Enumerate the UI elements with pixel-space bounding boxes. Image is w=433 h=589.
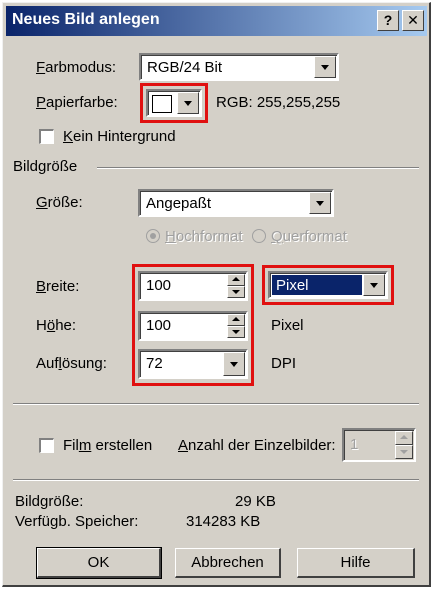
hilfe-button[interactable]: Hilfe [297,548,415,578]
divider [13,479,419,481]
info-speicher-value: 314283 KB [186,513,261,530]
section-divider [97,167,419,169]
chevron-down-icon[interactable] [309,192,331,214]
aufloesung-unit: DPI [271,355,297,372]
chevron-down-icon[interactable] [314,56,336,78]
divider [13,403,419,405]
bildgroesse-section-label: Bildgröße [13,158,78,175]
dimensions-highlight [132,264,254,386]
papierfarbe-highlight [140,83,208,123]
info-speicher-label: Verfügb. Speicher: [15,513,139,530]
frames-value: 1 [350,436,359,453]
frames-label: Anzahl der Einzelbilder: [178,437,336,454]
farbmodus-combo[interactable]: RGB/24 Bit [139,53,339,81]
arrow-up-icon[interactable] [395,431,413,445]
groesse-value: Angepaßt [146,195,212,212]
arrow-down-icon[interactable] [395,445,413,459]
querformat-label: Querformat [271,228,347,245]
film-label: Film erstellen [63,437,153,454]
kein-hintergrund-label: Kein Hintergrund [63,128,176,145]
kein-hintergrund-checkbox[interactable] [39,129,54,144]
groesse-label: Größe: [36,194,83,211]
frames-input[interactable]: 1 [342,428,416,462]
frames-stepper[interactable] [395,431,413,459]
window-title: Neues Bild anlegen [12,11,160,28]
title-bar[interactable]: Neues Bild anlegen ? ✕ [6,6,427,36]
hoehe-unit: Pixel [271,317,304,334]
papierfarbe-label: Papierfarbe: [36,94,118,111]
ok-button[interactable]: OK [36,547,162,579]
hoehe-label: Höhe: [36,317,77,334]
info-bildgroesse-value: 29 KB [235,493,276,510]
abbrechen-button[interactable]: Abbrechen [175,548,281,578]
unit-highlight [262,265,394,305]
help-button[interactable]: ? [377,10,399,31]
film-checkbox[interactable] [39,438,54,453]
close-button[interactable]: ✕ [402,10,424,31]
farbmodus-value: RGB/24 Bit [147,59,223,76]
hochformat-label: Hochformat [165,228,243,245]
papierfarbe-rgb: RGB: 255,255,255 [216,94,341,111]
breite-label: Breite: [36,278,80,295]
dialog-window: Neues Bild anlegen ? ✕ Farbmodus: RGB/24… [2,2,431,587]
farbmodus-label: Farbmodus: [36,59,117,76]
info-bildgroesse-label: Bildgröße: [15,493,84,510]
querformat-radio[interactable] [252,229,266,243]
aufloesung-label: Auflösung: [36,355,107,372]
groesse-combo[interactable]: Angepaßt [138,189,334,217]
hochformat-radio[interactable] [146,229,160,243]
